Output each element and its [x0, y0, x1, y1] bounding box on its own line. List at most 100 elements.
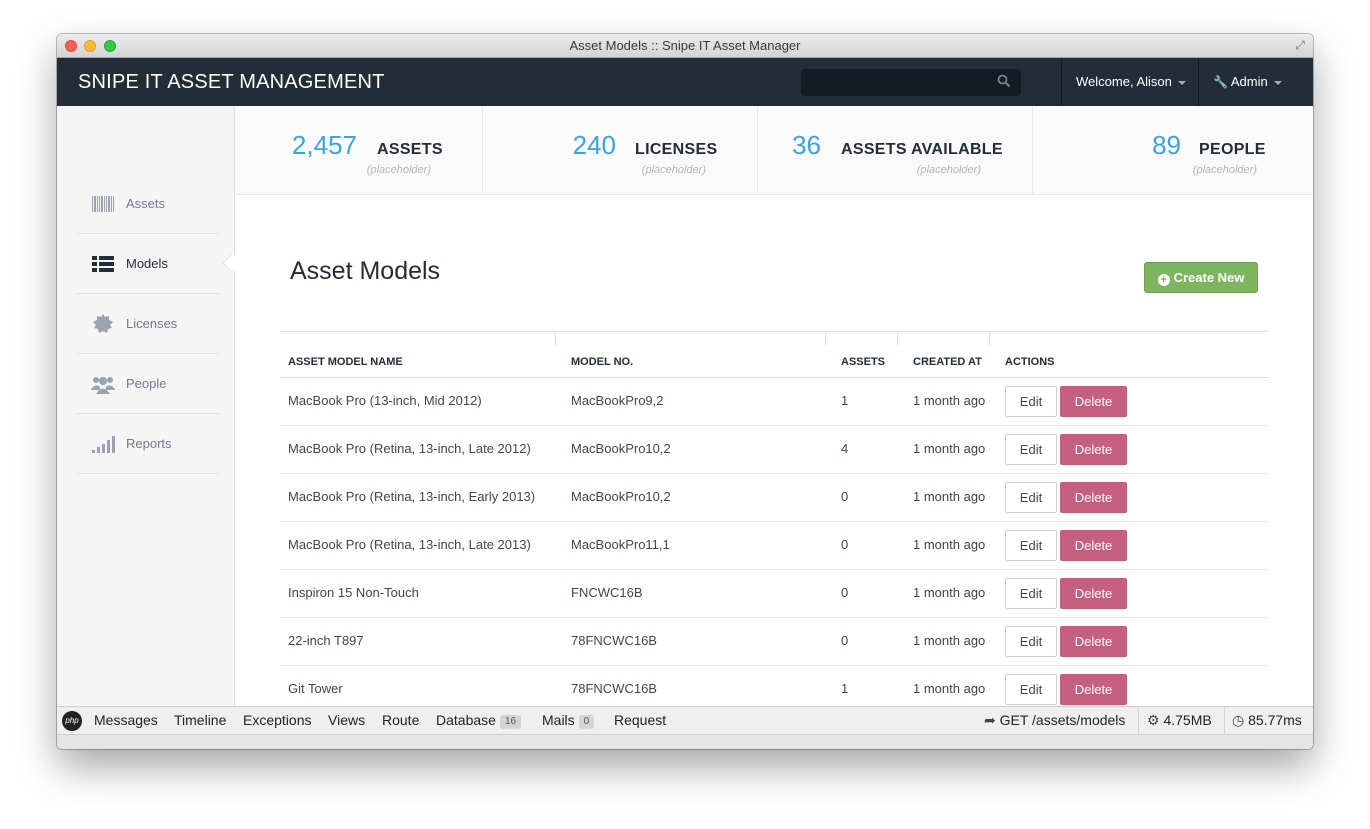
column-divider	[555, 332, 556, 346]
debug-tab-route[interactable]: Route	[382, 707, 419, 734]
sidebar-item-label: Assets	[126, 196, 166, 211]
stats-bar: 2,457 ASSETS (placeholder) 240 LICENSES …	[235, 106, 1313, 195]
sidebar-item-assets[interactable]: Assets	[77, 174, 219, 234]
debug-time: ◷ 85.77ms	[1232, 707, 1302, 734]
debug-tab-database[interactable]: Database 16	[436, 707, 522, 734]
stat-subtitle: (placeholder)	[641, 164, 706, 176]
signal-icon	[92, 436, 115, 453]
cogs-icon: ⚙	[1147, 712, 1164, 728]
sidebar-item-licenses[interactable]: Licenses	[77, 294, 219, 354]
debug-route[interactable]: ➦ GET /assets/models	[984, 707, 1125, 734]
count-badge: 16	[499, 715, 522, 729]
edit-button[interactable]: Edit	[1005, 386, 1057, 417]
stat-value: 36	[792, 130, 821, 160]
table-header: ASSET MODEL NAME MODEL NO. ASSETS CREATE…	[280, 331, 1268, 378]
table-row: 22-inch T897 78FNCWC16B 0 1 month ago Edit De…	[280, 618, 1268, 666]
column-header-model-no[interactable]: MODEL NO.	[571, 332, 633, 378]
plus-circle-icon: +	[1157, 274, 1170, 286]
debug-tab-label: Mails	[542, 712, 575, 728]
model-name-cell[interactable]: MacBook Pro (Retina, 13-inch, Early 2013…	[288, 474, 535, 520]
model-name-cell[interactable]: MacBook Pro (Retina, 13-inch, Late 2012)	[288, 426, 531, 472]
browser-window: Asset Models :: Snipe IT Asset Manager ⤢…	[57, 34, 1313, 749]
sidebar-item-label: People	[126, 376, 167, 391]
delete-button[interactable]: Delete	[1060, 482, 1127, 513]
debug-tab-mails[interactable]: Mails 0	[542, 707, 595, 734]
certificate-icon	[93, 314, 113, 333]
sidebar-item-label: Licenses	[126, 316, 178, 331]
stat-label: LICENSES	[635, 141, 718, 158]
stat-value: 2,457	[291, 130, 357, 160]
column-header-created-at[interactable]: CREATED AT	[913, 332, 982, 378]
delete-button[interactable]: Delete	[1060, 386, 1127, 417]
fullscreen-icon[interactable]: ⤢	[1293, 38, 1307, 52]
sidebar-item-people[interactable]: People	[77, 354, 219, 414]
chevron-down-icon	[1177, 80, 1186, 85]
stat-subtitle: (placeholder)	[1192, 164, 1257, 176]
edit-button[interactable]: Edit	[1005, 482, 1057, 513]
model-name-cell[interactable]: 22-inch T897	[288, 618, 364, 664]
debug-tab-request[interactable]: Request	[614, 707, 666, 734]
stat-people[interactable]: 89 PEOPLE (placeholder)	[1033, 106, 1313, 195]
chevron-down-icon	[1273, 80, 1282, 85]
share-arrow-icon: ➦	[984, 712, 1000, 728]
model-number-cell: 78FNCWC16B	[571, 633, 657, 648]
delete-button[interactable]: Delete	[1060, 674, 1127, 705]
search-icon	[997, 74, 1011, 88]
maximize-window-button[interactable]	[104, 40, 116, 52]
php-logo[interactable]: php	[62, 711, 82, 731]
count-badge: 0	[578, 715, 595, 729]
delete-button[interactable]: Delete	[1060, 434, 1127, 465]
time-text: 85.77ms	[1248, 712, 1302, 728]
user-menu[interactable]: Welcome, Alison	[1076, 58, 1186, 106]
delete-button[interactable]: Delete	[1060, 530, 1127, 561]
delete-button[interactable]: Delete	[1060, 626, 1127, 657]
model-number-cell: MacBookPro10,2	[571, 489, 671, 504]
create-new-button[interactable]: + Create New	[1144, 262, 1258, 293]
assets-count-cell: 1	[841, 393, 849, 408]
edit-button[interactable]: Edit	[1005, 626, 1057, 657]
edit-button[interactable]: Edit	[1005, 530, 1057, 561]
asset-models-table: ASSET MODEL NAME MODEL NO. ASSETS CREATE…	[280, 331, 1268, 714]
nav-divider	[1198, 58, 1199, 106]
debug-tab-timeline[interactable]: Timeline	[174, 707, 226, 734]
table-row: MacBook Pro (Retina, 13-inch, Late 2012)…	[280, 426, 1268, 474]
stat-assets[interactable]: 2,457 ASSETS (placeholder)	[235, 106, 483, 195]
minimize-window-button[interactable]	[84, 40, 96, 52]
stat-subtitle: (placeholder)	[916, 164, 981, 176]
edit-button[interactable]: Edit	[1005, 434, 1057, 465]
stat-assets-available[interactable]: 36 ASSETS AVAILABLE (placeholder)	[758, 106, 1033, 195]
brand-title[interactable]: SNIPE IT ASSET MANAGEMENT	[78, 58, 385, 106]
delete-button[interactable]: Delete	[1060, 578, 1127, 609]
sidebar-item-reports[interactable]: Reports	[77, 414, 219, 474]
debug-divider	[1224, 707, 1225, 734]
sidebar: Assets Models Licenses People Reports	[57, 106, 242, 706]
assets-count-cell: 0	[841, 585, 849, 600]
create-new-label: Create New	[1173, 270, 1245, 285]
stat-licenses[interactable]: 240 LICENSES (placeholder)	[483, 106, 758, 195]
edit-button[interactable]: Edit	[1005, 578, 1057, 609]
model-name-cell[interactable]: MacBook Pro (Retina, 13-inch, Late 2013)	[288, 522, 531, 568]
model-name-cell[interactable]: Inspiron 15 Non-Touch	[288, 570, 419, 616]
stat-subtitle: (placeholder)	[366, 164, 431, 176]
search-input[interactable]	[801, 69, 1021, 96]
model-name-cell[interactable]: MacBook Pro (13-inch, Mid 2012)	[288, 378, 482, 424]
stat-value: 240	[572, 130, 616, 160]
column-divider	[897, 332, 898, 346]
list-icon	[92, 256, 114, 272]
edit-button[interactable]: Edit	[1005, 674, 1057, 705]
welcome-label: Welcome, Alison	[1076, 74, 1172, 89]
column-header-assets[interactable]: ASSETS	[841, 332, 885, 378]
close-window-button[interactable]	[65, 40, 77, 52]
debug-tab-exceptions[interactable]: Exceptions	[243, 707, 311, 734]
debug-tab-views[interactable]: Views	[328, 707, 365, 734]
route-text: GET /assets/models	[999, 712, 1126, 728]
wrench-icon: 🔧	[1213, 75, 1228, 89]
debug-tab-messages[interactable]: Messages	[94, 707, 158, 734]
sidebar-item-label: Reports	[126, 436, 172, 451]
admin-menu[interactable]: 🔧 Admin	[1213, 58, 1282, 106]
column-divider	[825, 332, 826, 346]
column-header-name[interactable]: ASSET MODEL NAME	[288, 332, 403, 378]
main-content: 2,457 ASSETS (placeholder) 240 LICENSES …	[235, 106, 1313, 714]
sidebar-item-models[interactable]: Models	[77, 234, 219, 294]
table-row: MacBook Pro (13-inch, Mid 2012) MacBookPr…	[280, 378, 1268, 426]
